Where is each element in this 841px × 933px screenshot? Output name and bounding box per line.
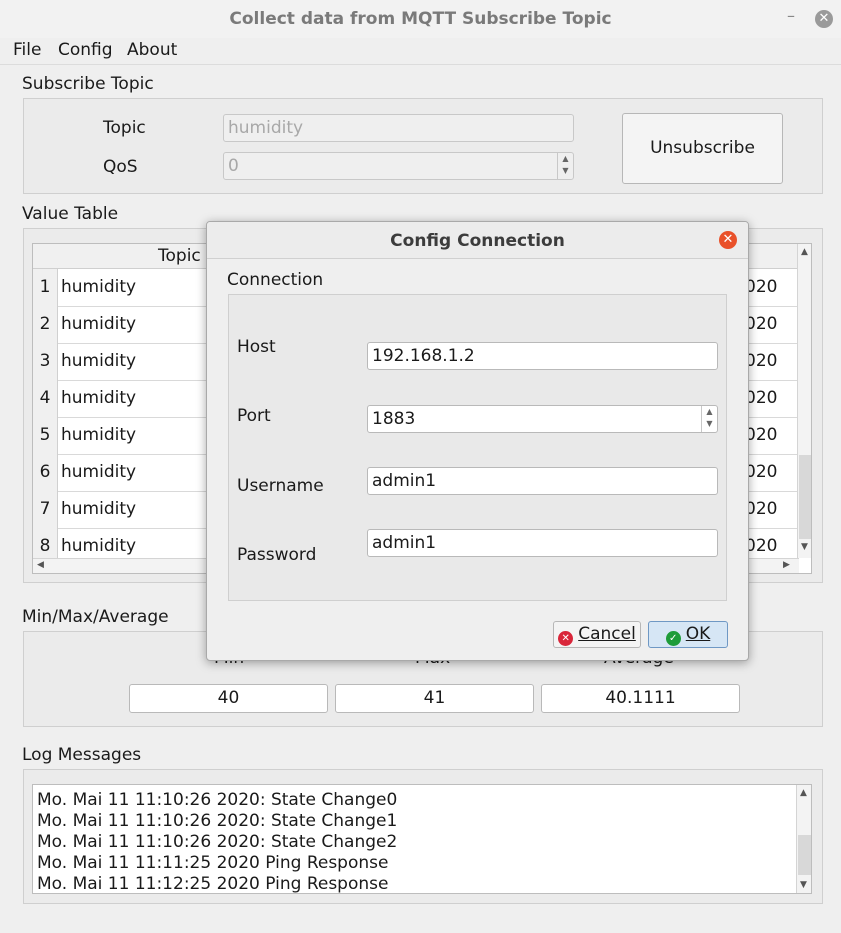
host-label: Host [237, 337, 276, 357]
value-table-group-label: Value Table [22, 204, 119, 224]
row-number: 2 [33, 306, 58, 343]
row-number: 3 [33, 343, 58, 380]
cancel-icon: ✕ [558, 631, 574, 646]
topic-label: Topic [103, 118, 146, 138]
scroll-down-icon[interactable]: ▼ [801, 542, 808, 552]
log-scroll-thumb[interactable] [798, 835, 811, 875]
scroll-right-icon[interactable]: ▶ [783, 560, 790, 570]
row-date: 020 [745, 462, 778, 482]
window-titlebar: Collect data from MQTT Subscribe Topic –… [0, 0, 841, 39]
window-title: Collect data from MQTT Subscribe Topic [229, 9, 612, 29]
qos-spinbox[interactable]: 0 ▲ ▼ [223, 152, 574, 180]
row-topic: humidity [61, 314, 137, 334]
row-topic: humidity [61, 277, 137, 297]
row-date: 020 [745, 499, 778, 519]
min-value-field[interactable]: 40 [129, 684, 328, 713]
qos-spin-arrows-icon[interactable]: ▲ ▼ [557, 153, 573, 179]
port-label: Port [237, 406, 271, 426]
row-number: 5 [33, 417, 58, 454]
row-topic: humidity [61, 351, 137, 371]
row-topic: humidity [61, 499, 137, 519]
qos-label: QoS [103, 157, 138, 177]
port-spinbox[interactable]: 1883 ▲ ▼ [367, 405, 718, 433]
unsubscribe-button[interactable]: Unsubscribe [622, 113, 783, 184]
log-line: Mo. Mai 11 11:10:26 2020: State Change2 [37, 832, 398, 852]
scroll-up-icon[interactable]: ▲ [801, 247, 808, 257]
port-value: 1883 [372, 409, 416, 429]
table-scroll-thumb[interactable] [799, 455, 811, 539]
dialog-titlebar: Config Connection ✕ [207, 222, 748, 259]
row-number: 1 [33, 269, 58, 306]
username-input[interactable]: admin1 [367, 467, 718, 495]
log-vertical-scrollbar[interactable]: ▲ ▼ [796, 785, 811, 893]
column-header-topic[interactable]: Topic [158, 246, 201, 266]
log-line: Mo. Mai 11 11:10:26 2020: State Change1 [37, 811, 398, 831]
row-date: 020 [745, 314, 778, 334]
username-label: Username [237, 476, 324, 496]
row-topic: humidity [61, 462, 137, 482]
port-spin-arrows-icon[interactable]: ▲ ▼ [701, 406, 717, 432]
row-date: 020 [745, 351, 778, 371]
cancel-button-label: Cancel [578, 624, 636, 644]
max-value-field[interactable]: 41 [335, 684, 534, 713]
menu-file[interactable]: File [13, 40, 41, 60]
menu-config[interactable]: Config [58, 40, 113, 60]
ok-button-label: OK [685, 624, 711, 644]
row-date: 020 [745, 425, 778, 445]
menubar: File Config About [0, 38, 841, 65]
scroll-up-icon[interactable]: ▲ [800, 788, 807, 798]
dialog-close-icon[interactable]: ✕ [719, 231, 737, 249]
ok-icon: ✓ [665, 631, 681, 646]
log-line: Mo. Mai 11 11:12:25 2020 Ping Response [37, 874, 389, 894]
average-value-field[interactable]: 40.1111 [541, 684, 740, 713]
stats-group-label: Min/Max/Average [22, 607, 169, 627]
log-messages-area[interactable]: Mo. Mai 11 11:10:26 2020: State Change0 … [32, 784, 812, 894]
row-topic: humidity [61, 425, 137, 445]
qos-value: 0 [228, 156, 239, 176]
cancel-button[interactable]: ✕ Cancel [553, 621, 641, 648]
log-line: Mo. Mai 11 11:10:26 2020: State Change0 [37, 790, 398, 810]
row-number: 4 [33, 380, 58, 417]
row-topic: humidity [61, 388, 137, 408]
subscribe-group-label: Subscribe Topic [22, 74, 154, 94]
row-date: 020 [745, 277, 778, 297]
menu-about[interactable]: About [127, 40, 177, 60]
row-number: 6 [33, 454, 58, 491]
connection-group-label: Connection [227, 270, 324, 290]
minimize-icon[interactable]: – [787, 6, 795, 25]
host-input[interactable]: 192.168.1.2 [367, 342, 718, 370]
scroll-left-icon[interactable]: ◀ [37, 560, 44, 570]
row-number: 7 [33, 491, 58, 528]
password-label: Password [237, 545, 317, 565]
dialog-title: Config Connection [390, 231, 565, 251]
log-line: Mo. Mai 11 11:11:25 2020 Ping Response [37, 853, 389, 873]
config-connection-dialog: Config Connection ✕ Connection Host 192.… [206, 221, 749, 661]
scroll-down-icon[interactable]: ▼ [800, 880, 807, 890]
table-vertical-scrollbar[interactable]: ▲ ▼ [797, 244, 811, 558]
topic-input[interactable]: humidity [223, 114, 574, 142]
row-date: 020 [745, 388, 778, 408]
ok-button[interactable]: ✓ OK [648, 621, 728, 648]
password-input[interactable]: admin1 [367, 529, 718, 557]
window-close-icon[interactable]: ✕ [815, 10, 833, 28]
log-group-label: Log Messages [22, 745, 142, 765]
